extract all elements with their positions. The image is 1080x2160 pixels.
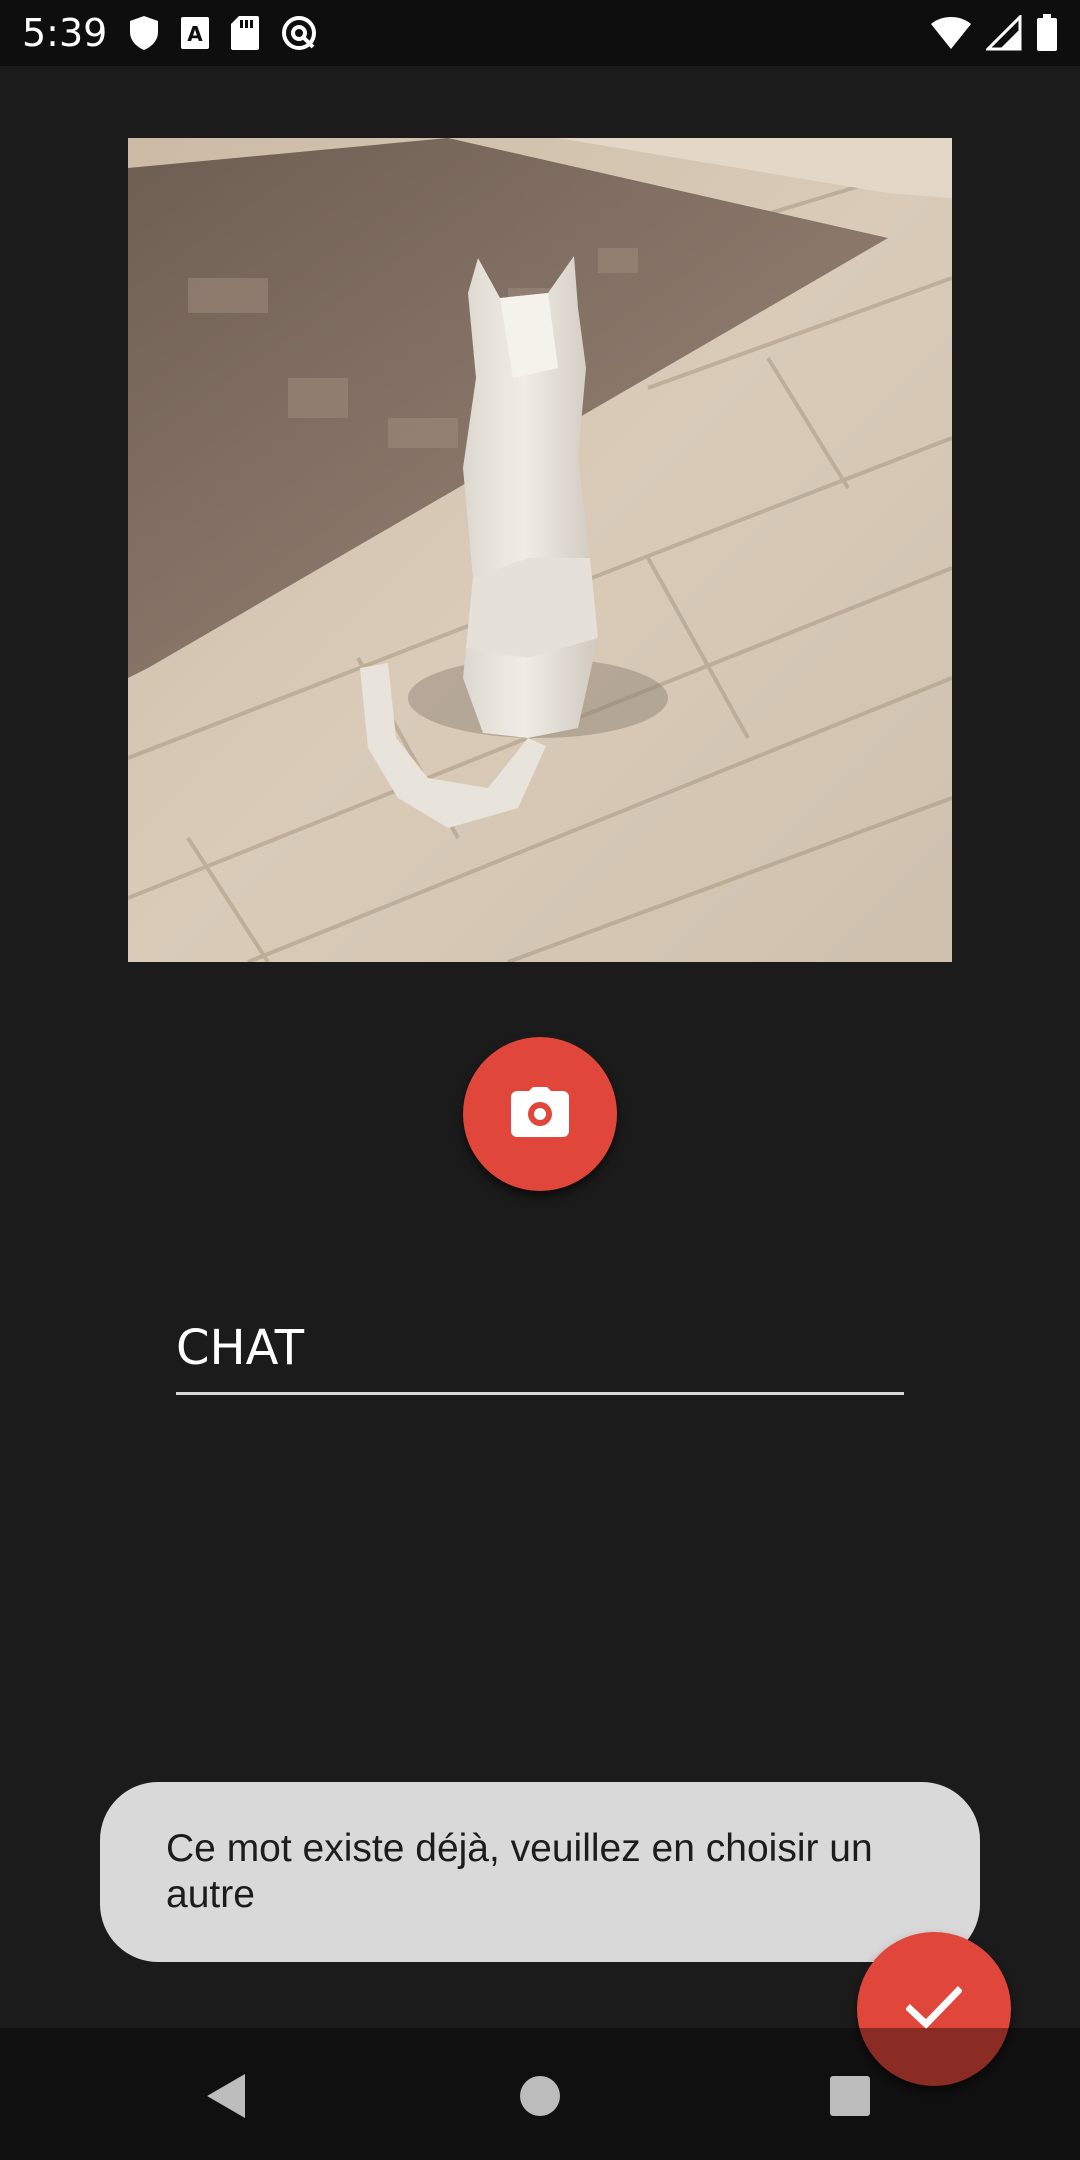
check-icon — [905, 1985, 963, 2033]
take-photo-button[interactable] — [463, 1037, 617, 1191]
home-icon — [519, 2075, 561, 2121]
camera-icon — [511, 1087, 569, 1141]
svg-text:A: A — [187, 22, 203, 46]
word-input[interactable] — [176, 1310, 904, 1386]
word-field — [176, 1310, 904, 1396]
status-bar: 5:39 A — [0, 0, 1080, 66]
sync-icon — [280, 14, 318, 52]
back-button[interactable] — [186, 2058, 266, 2138]
word-picture — [128, 138, 952, 962]
navigation-bar — [0, 2028, 1080, 2160]
status-system-icons — [930, 12, 1058, 54]
duplicate-word-toast: Ce mot existe déjà, veuillez en choisir … — [100, 1782, 980, 1962]
font-a-icon: A — [180, 16, 210, 50]
home-button[interactable] — [500, 2058, 580, 2138]
recents-icon — [829, 2075, 871, 2121]
status-time: 5:39 — [22, 11, 108, 55]
battery-icon — [1036, 14, 1058, 52]
wifi-icon — [930, 16, 972, 50]
status-notification-icons: A — [128, 12, 318, 54]
back-icon — [205, 2072, 247, 2124]
shield-icon — [128, 15, 160, 51]
sd-card-icon — [230, 15, 260, 51]
signal-icon — [986, 15, 1022, 51]
cat-figurine-photo — [128, 138, 952, 962]
word-input-underline — [176, 1392, 904, 1395]
toast-message: Ce mot existe déjà, veuillez en choisir … — [166, 1827, 873, 1916]
recents-button[interactable] — [810, 2058, 890, 2138]
